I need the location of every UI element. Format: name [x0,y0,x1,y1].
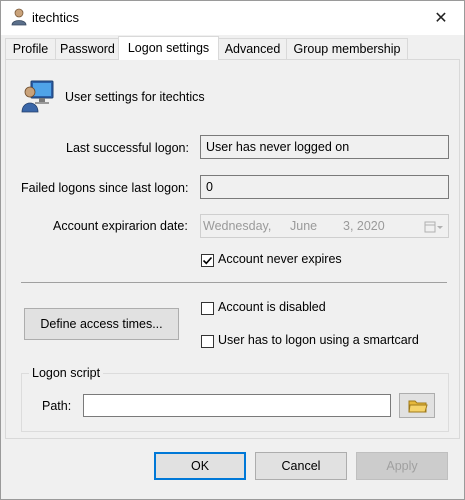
dialog-window: itechtics ✕ Profile Password Logon setti… [0,0,465,500]
user-computer-icon [21,78,55,114]
user-icon [11,8,27,26]
smartcard-label[interactable]: User has to logon using a smartcard [218,333,419,347]
account-disabled-label[interactable]: Account is disabled [218,300,326,314]
user-settings-heading: User settings for itechtics [65,90,205,104]
tab-profile[interactable]: Profile [5,38,56,59]
define-access-times-button[interactable]: Define access times... [24,308,179,340]
window-title: itechtics [32,10,79,25]
expiration-month: June [290,219,318,233]
apply-button[interactable]: Apply [356,452,448,480]
last-logon-field: User has never logged on [200,135,449,159]
expiration-label: Account expirarion date: [53,219,188,233]
account-disabled-checkbox[interactable] [201,302,214,315]
separator [21,282,447,283]
close-icon: ✕ [434,10,448,27]
failed-logons-label: Failed logons since last logon: [21,181,189,195]
failed-logons-field: 0 [200,175,449,199]
title-bar: itechtics ✕ [1,1,464,35]
tab-password[interactable]: Password [55,38,119,59]
logon-settings-panel: User settings for itechtics Last success… [5,59,460,439]
close-button[interactable]: ✕ [422,3,460,33]
cancel-button[interactable]: Cancel [255,452,347,480]
folder-icon [408,398,428,414]
calendar-dropdown-icon [424,219,444,233]
last-logon-label: Last successful logon: [66,141,189,155]
path-label: Path: [42,399,72,413]
browse-button[interactable] [399,393,435,418]
never-expires-checkbox[interactable] [201,254,214,267]
expiration-date-picker: Wednesday, June 3, 2020 [200,214,449,238]
tab-group-membership[interactable]: Group membership [286,38,408,59]
logon-script-title: Logon script [29,366,104,380]
tab-logon-settings[interactable]: Logon settings [118,36,219,60]
expiration-day-year: 3, 2020 [343,219,385,233]
ok-button[interactable]: OK [154,452,246,480]
tab-advanced[interactable]: Advanced [218,38,287,59]
never-expires-label[interactable]: Account never expires [218,252,342,266]
smartcard-checkbox[interactable] [201,335,214,348]
expiration-weekday: Wednesday, [203,219,272,233]
path-input[interactable] [83,394,391,417]
tab-strip: Profile Password Logon settings Advanced… [5,36,461,60]
